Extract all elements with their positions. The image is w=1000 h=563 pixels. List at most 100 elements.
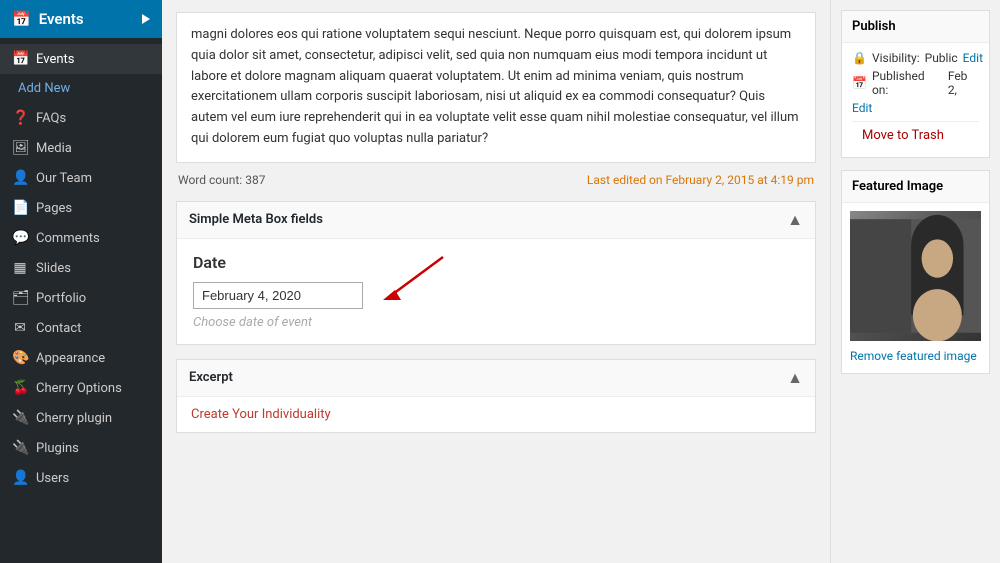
our-team-icon: 👤 <box>12 170 28 186</box>
comments-label: Comments <box>36 231 100 246</box>
move-to-trash-button[interactable]: Move to Trash <box>852 121 979 149</box>
pages-label: Pages <box>36 201 72 216</box>
published-row: 📅 Published on: Feb 2, <box>852 69 979 97</box>
sidebar-item-events[interactable]: 📅 Events <box>0 44 162 74</box>
date-input[interactable] <box>193 282 363 309</box>
users-label: Users <box>36 471 69 486</box>
sidebar-item-cherry-plugin[interactable]: 🔌 Cherry plugin <box>0 403 162 433</box>
slides-label: Slides <box>36 261 71 276</box>
excerpt-text: Create Your Individuality <box>191 407 801 422</box>
sidebar-item-cherry-options[interactable]: 🍒 Cherry Options <box>0 373 162 403</box>
portfolio-icon: 🗂 <box>12 290 28 306</box>
published-label: Published on: <box>872 69 943 97</box>
sidebar-item-users[interactable]: 👤 Users <box>0 463 162 493</box>
cherry-plugin-icon: 🔌 <box>12 410 28 426</box>
date-placeholder: Choose date of event <box>193 315 799 330</box>
published-edit-link[interactable]: Edit <box>852 101 872 115</box>
sidebar-item-pages[interactable]: 📄 Pages <box>0 193 162 223</box>
users-icon: 👤 <box>12 470 28 486</box>
calendar-icon: 📅 <box>852 76 867 90</box>
editor-wrap: magni dolores eos qui ratione voluptatem… <box>162 0 830 563</box>
excerpt-header[interactable]: Excerpt ▲ <box>177 360 815 397</box>
content-area: magni dolores eos qui ratione voluptatem… <box>162 0 1000 563</box>
right-sidebar: Publish 🔒 Visibility: Public Edit 📅 Publ… <box>830 0 1000 563</box>
sidebar-nav: 📅 Events Add New ❓ FAQs 🖼 Media 👤 Our Te… <box>0 38 162 499</box>
arrow-annotation <box>193 282 799 309</box>
excerpt-title: Excerpt <box>189 370 233 385</box>
featured-image-svg <box>850 211 981 341</box>
word-count-value: 387 <box>245 173 265 187</box>
visibility-edit-link[interactable]: Edit <box>963 51 983 65</box>
media-icon: 🖼 <box>12 140 28 156</box>
sidebar-item-slides[interactable]: ▦ Slides <box>0 253 162 283</box>
media-label: Media <box>36 141 72 156</box>
featured-image-header: Featured Image <box>842 171 989 203</box>
editor-body[interactable]: magni dolores eos qui ratione voluptatem… <box>176 12 816 163</box>
faqs-label: FAQs <box>36 111 66 126</box>
sidebar-item-faqs[interactable]: ❓ FAQs <box>0 103 162 133</box>
sidebar-item-portfolio[interactable]: 🗂 Portfolio <box>0 283 162 313</box>
excerpt-highlight-text: Individuality <box>262 407 331 422</box>
sidebar-item-media[interactable]: 🖼 Media <box>0 133 162 163</box>
publish-title: Publish <box>852 19 896 34</box>
featured-image-title: Featured Image <box>852 179 943 194</box>
sidebar-item-our-team[interactable]: 👤 Our Team <box>0 163 162 193</box>
visibility-value: Public <box>925 51 958 65</box>
portfolio-label: Portfolio <box>36 291 86 306</box>
our-team-label: Our Team <box>36 171 92 186</box>
last-edited: Last edited on February 2, 2015 at 4:19 … <box>587 173 814 187</box>
sidebar-header-label: Events <box>39 10 84 28</box>
featured-image-body: Remove featured image <box>842 203 989 373</box>
remove-featured-image-link[interactable]: Remove featured image <box>850 347 981 365</box>
appearance-icon: 🎨 <box>12 350 28 366</box>
cherry-options-label: Cherry Options <box>36 381 122 396</box>
faqs-icon: ❓ <box>12 110 28 126</box>
sidebar-item-comments[interactable]: 💬 Comments <box>0 223 162 253</box>
publish-box: Publish 🔒 Visibility: Public Edit 📅 Publ… <box>841 10 990 158</box>
red-arrow-icon <box>373 252 453 302</box>
sidebar-arrow-icon <box>142 14 150 24</box>
plugins-icon: 🔌 <box>12 440 28 456</box>
published-date: Feb 2, <box>948 69 979 97</box>
meta-box-toggle-icon[interactable]: ▲ <box>787 210 803 230</box>
publish-header: Publish <box>842 11 989 43</box>
sidebar-item-add-new[interactable]: Add New <box>0 74 162 103</box>
word-count-area: Word count: 387 <box>178 173 265 187</box>
contact-icon: ✉ <box>12 320 28 336</box>
appearance-label: Appearance <box>36 351 105 366</box>
edit-row: Edit <box>852 101 979 115</box>
word-count-label: Word count: <box>178 173 242 187</box>
date-label: Date <box>193 253 799 272</box>
sidebar: 📅 Events 📅 Events Add New ❓ FAQs 🖼 Media… <box>0 0 162 563</box>
editor-footer: Word count: 387 Last edited on February … <box>176 169 816 191</box>
visibility-icon: 🔒 <box>852 51 867 65</box>
pages-icon: 📄 <box>12 200 28 216</box>
featured-image-box: Featured Image <box>841 170 990 374</box>
excerpt-toggle-icon[interactable]: ▲ <box>787 368 803 388</box>
plugins-label: Plugins <box>36 441 79 456</box>
visibility-label: Visibility: <box>872 51 920 65</box>
contact-label: Contact <box>36 321 81 336</box>
add-new-label: Add New <box>18 81 70 96</box>
sidebar-header[interactable]: 📅 Events <box>0 0 162 38</box>
publish-body: 🔒 Visibility: Public Edit 📅 Published on… <box>842 43 989 157</box>
main-content: magni dolores eos qui ratione voluptatem… <box>162 0 1000 563</box>
cherry-plugin-label: Cherry plugin <box>36 411 112 426</box>
excerpt-body: Create Your Individuality <box>177 397 815 432</box>
excerpt-normal-text: Create Your <box>191 407 262 422</box>
excerpt-box: Excerpt ▲ Create Your Individuality <box>176 359 816 433</box>
events-header-icon: 📅 <box>12 10 31 28</box>
sidebar-item-plugins[interactable]: 🔌 Plugins <box>0 433 162 463</box>
comments-icon: 💬 <box>12 230 28 246</box>
simple-meta-box-title: Simple Meta Box fields <box>189 212 323 227</box>
simple-meta-box-header[interactable]: Simple Meta Box fields ▲ <box>177 202 815 239</box>
cherry-options-icon: 🍒 <box>12 380 28 396</box>
events-icon: 📅 <box>12 51 28 67</box>
sidebar-item-contact[interactable]: ✉ Contact <box>0 313 162 343</box>
simple-meta-box: Simple Meta Box fields ▲ Date Choose dat… <box>176 201 816 345</box>
sidebar-item-appearance[interactable]: 🎨 Appearance <box>0 343 162 373</box>
sidebar-item-label: Events <box>36 52 74 67</box>
featured-image-preview[interactable] <box>850 211 981 341</box>
visibility-row: 🔒 Visibility: Public Edit <box>852 51 979 65</box>
slides-icon: ▦ <box>12 260 28 276</box>
